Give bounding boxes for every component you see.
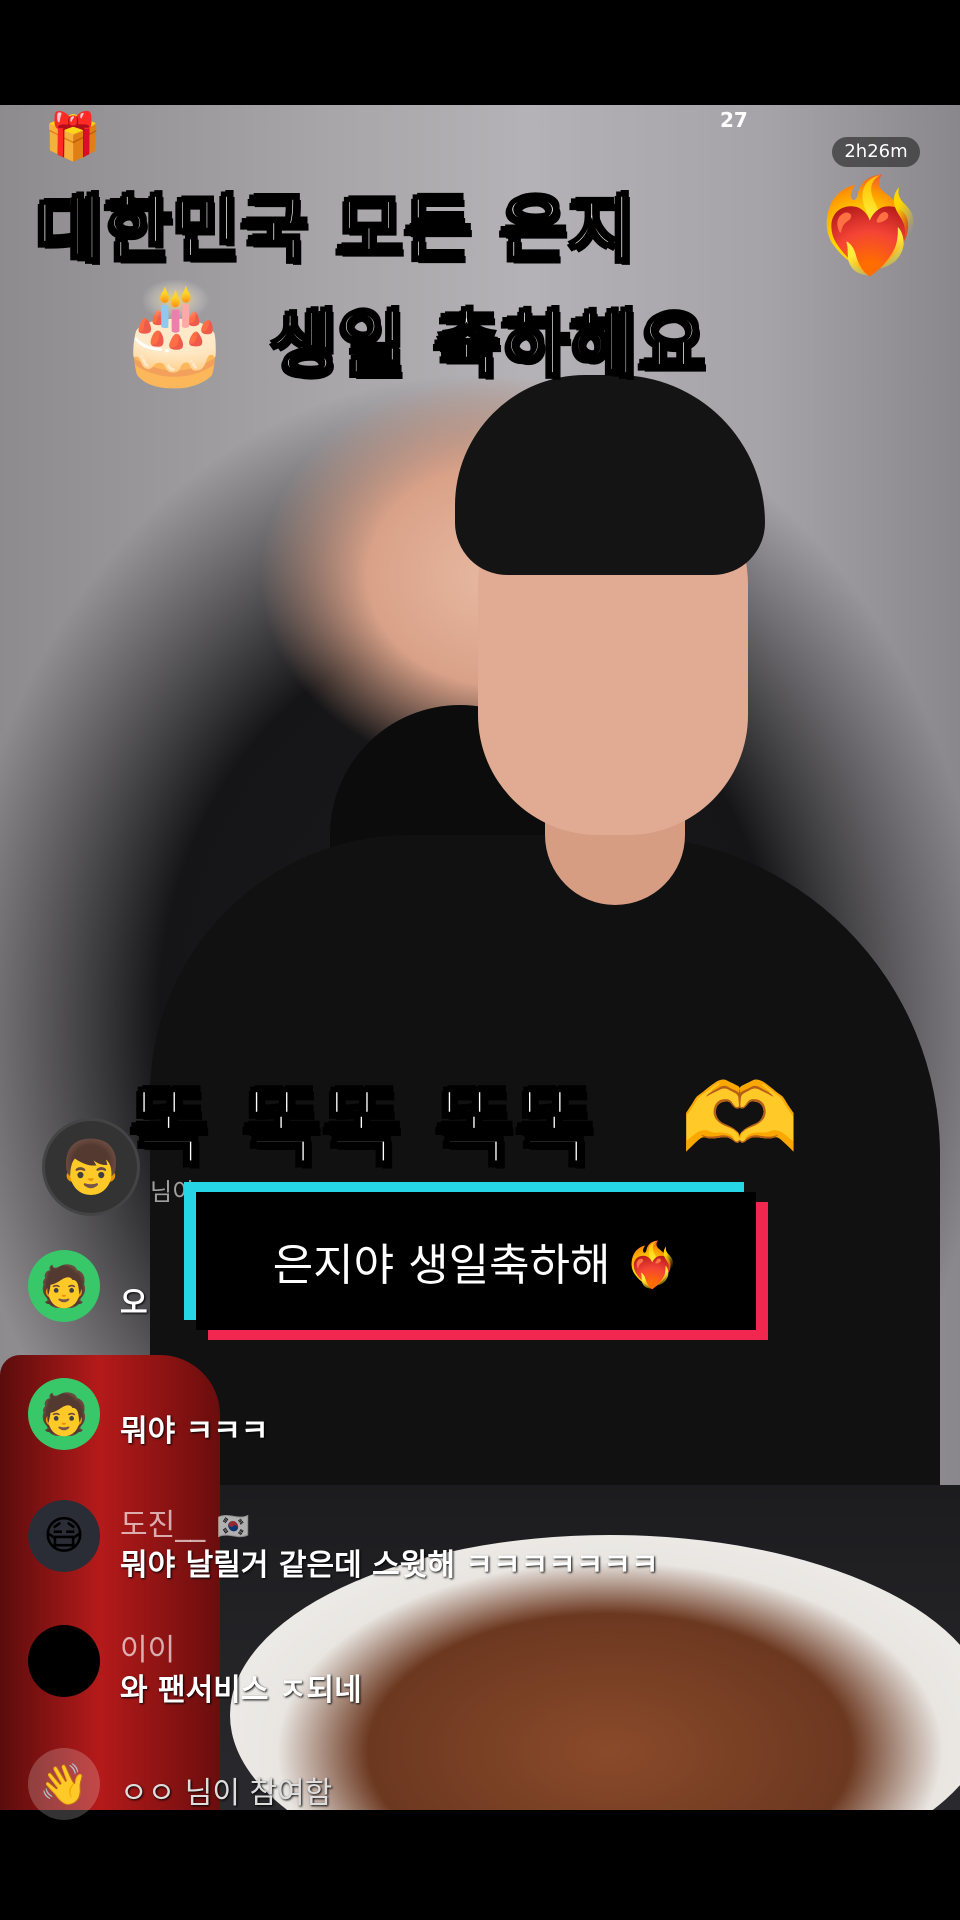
comment-message: 뭐야 날릴거 같은데 스윗해 ㅋㅋㅋㅋㅋㅋㅋ xyxy=(120,1548,659,1583)
korea-flag-icon: 🇰🇷 xyxy=(217,1511,250,1542)
avatar[interactable]: 🧑 xyxy=(28,1250,100,1322)
caption-line-1: 대한민국 모든 은지 xyxy=(34,186,637,273)
birthday-cake-icon: 🎂 xyxy=(115,277,235,389)
chat-comment[interactable]: 이이 와 팬서비스 ㅈ되네 xyxy=(28,1625,928,1715)
streamer-hair xyxy=(455,375,765,575)
top-counter: 27 xyxy=(720,108,748,132)
comment-username: 도진__ 🇰🇷 xyxy=(120,1508,250,1543)
chat-comment[interactable]: 😷 도진__ 🇰🇷 뭐야 날릴거 같은데 스윗해 ㅋㅋㅋㅋㅋㅋㅋ xyxy=(28,1500,928,1590)
avatar[interactable]: 🧑 xyxy=(28,1378,100,1450)
waving-hand-icon: 👋 xyxy=(28,1748,100,1820)
caption-line-3: 똑 똑똑 똑똑 xyxy=(129,1077,596,1178)
avatar[interactable]: 😷 xyxy=(28,1500,100,1572)
stream-timer: 2h26m xyxy=(832,137,920,167)
join-notice: ㅇㅇ 님이 참여함 xyxy=(120,1776,333,1811)
comment-username: 이이 xyxy=(120,1633,176,1668)
caption-line-2: 생일 축하해요 xyxy=(269,301,707,388)
chat-comment: 👋 ㅇㅇ 님이 참여함 xyxy=(28,1748,928,1838)
comment-message: 뭐야 ㅋㅋㅋ xyxy=(120,1414,269,1449)
comment-message: 와 팬서비스 ㅈ되네 xyxy=(120,1673,362,1708)
heart-on-fire-icon: ❤️‍🔥 xyxy=(812,172,927,279)
chat-comment[interactable]: 🧑 오 xyxy=(28,1250,928,1340)
avatar[interactable] xyxy=(28,1625,100,1697)
guest-avatar[interactable]: 👦 xyxy=(42,1118,140,1216)
heart-hands-icon: 🫶 xyxy=(680,1062,800,1174)
treasure-chest-icon[interactable]: 🎁 xyxy=(30,108,116,164)
comment-message: 오 xyxy=(120,1286,148,1321)
chat-comment[interactable]: 🧑 뭐야 ㅋㅋㅋ xyxy=(28,1378,928,1468)
